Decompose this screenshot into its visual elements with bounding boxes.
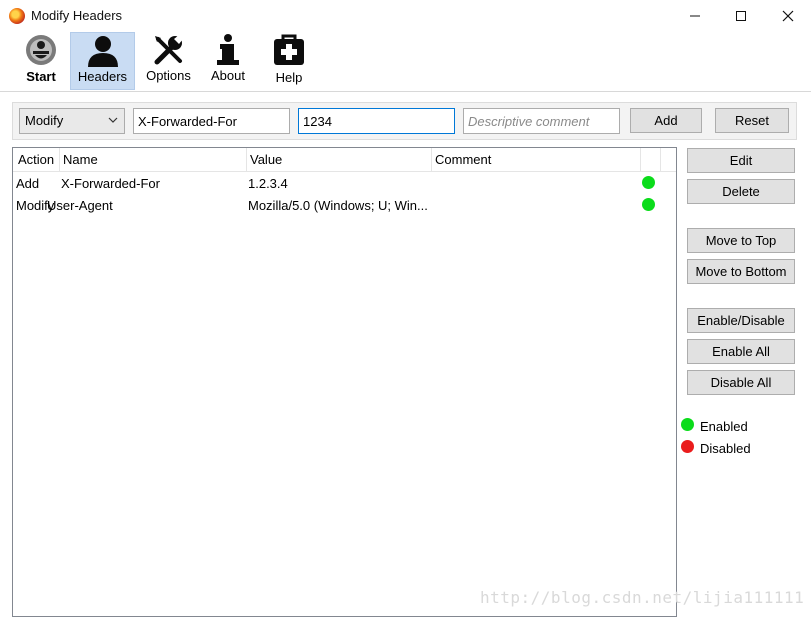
enabled-dot-icon <box>681 418 694 431</box>
column-header-comment[interactable]: Comment <box>435 152 491 167</box>
column-divider <box>660 148 661 172</box>
close-icon <box>782 10 794 22</box>
toolbar-start-label: Start <box>26 69 56 84</box>
move-to-bottom-button[interactable]: Move to Bottom <box>687 259 795 284</box>
title-bar: Modify Headers <box>0 0 811 32</box>
table-row[interactable]: Add X-Forwarded-For 1.2.3.4 <box>13 172 676 194</box>
toolbar-help-label: Help <box>275 70 303 85</box>
toolbar-help[interactable]: Help <box>267 32 311 90</box>
row-action: Add <box>16 176 40 191</box>
header-name-input[interactable] <box>133 108 290 134</box>
edit-button[interactable]: Edit <box>687 148 795 173</box>
maximize-button[interactable] <box>718 0 764 32</box>
maximize-icon <box>736 11 746 21</box>
tools-icon <box>154 35 183 65</box>
first-aid-icon <box>274 34 304 65</box>
disable-all-button[interactable]: Disable All <box>687 370 795 395</box>
toolbar: Start Headers Options About Help <box>0 32 811 92</box>
toolbar-about[interactable]: About <box>205 32 251 90</box>
comment-input[interactable] <box>463 108 620 134</box>
header-value-input[interactable] <box>298 108 455 134</box>
column-header-action[interactable]: Action <box>18 152 54 167</box>
firefox-icon <box>9 8 25 24</box>
column-divider <box>640 148 641 172</box>
column-header-value[interactable]: Value <box>250 152 282 167</box>
delete-button[interactable]: Delete <box>687 179 795 204</box>
chevron-down-icon <box>108 117 118 123</box>
row-name: User-Agent <box>47 198 113 213</box>
toolbar-about-label: About <box>211 68 245 83</box>
add-button[interactable]: Add <box>630 108 702 133</box>
toolbar-options-label: Options <box>146 68 191 83</box>
column-header-name[interactable]: Name <box>63 152 98 167</box>
person-icon <box>87 36 118 67</box>
headers-list[interactable]: Action Name Value Comment Add X-Forwarde… <box>12 147 677 617</box>
reset-button[interactable]: Reset <box>715 108 789 133</box>
legend-enabled-label: Enabled <box>700 419 748 434</box>
table-row[interactable]: Modify User-Agent Mozilla/5.0 (Windows; … <box>13 194 676 216</box>
toolbar-start[interactable]: Start <box>20 32 62 90</box>
disabled-dot-icon <box>681 440 694 453</box>
watermark-text: http://blog.csdn.net/lijia111111 <box>480 588 805 607</box>
enabled-status-icon <box>642 198 655 211</box>
enable-disable-button[interactable]: Enable/Disable <box>687 308 795 333</box>
minimize-button[interactable] <box>672 0 718 32</box>
row-value: Mozilla/5.0 (Windows; U; Win... <box>248 198 428 213</box>
start-icon <box>26 35 56 65</box>
close-button[interactable] <box>765 0 811 32</box>
toolbar-options[interactable]: Options <box>141 32 196 90</box>
minimize-icon <box>690 15 700 17</box>
column-divider <box>431 148 432 172</box>
list-header: Action Name Value Comment <box>13 148 676 172</box>
enable-all-button[interactable]: Enable All <box>687 339 795 364</box>
row-value: 1.2.3.4 <box>248 176 288 191</box>
toolbar-divider <box>0 91 811 92</box>
window-title: Modify Headers <box>31 8 123 23</box>
enabled-status-icon <box>642 176 655 189</box>
legend-disabled-label: Disabled <box>700 441 751 456</box>
action-select[interactable]: Modify <box>19 108 125 134</box>
action-select-value: Modify <box>25 113 64 128</box>
info-icon <box>217 34 239 65</box>
column-divider <box>59 148 60 172</box>
move-to-top-button[interactable]: Move to Top <box>687 228 795 253</box>
row-name: X-Forwarded-For <box>61 176 160 191</box>
toolbar-headers[interactable]: Headers <box>70 32 135 90</box>
column-divider <box>246 148 247 172</box>
toolbar-headers-label: Headers <box>77 69 128 84</box>
